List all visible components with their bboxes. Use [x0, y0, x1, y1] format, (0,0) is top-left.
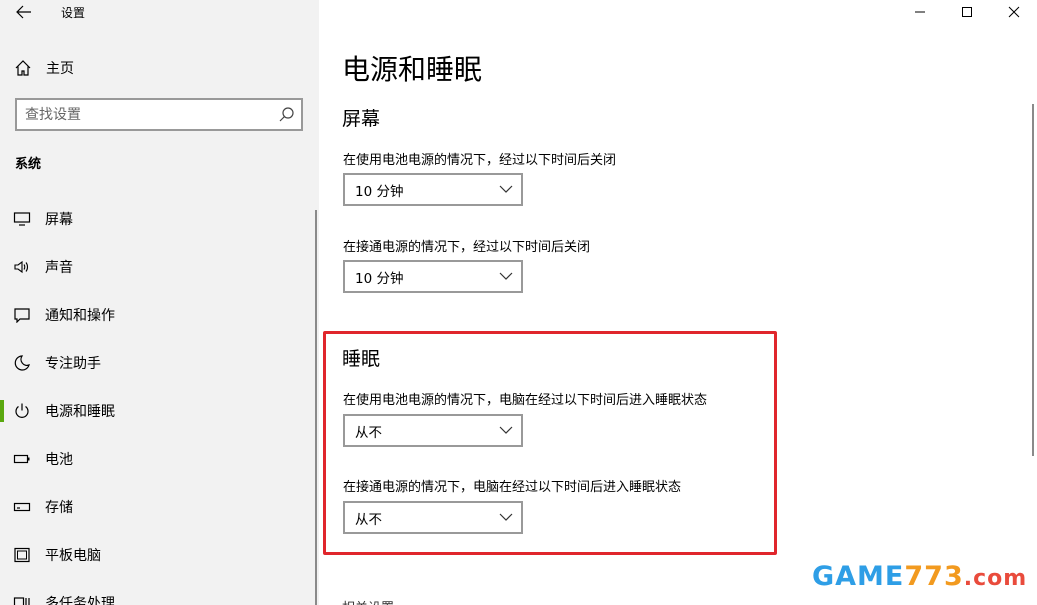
- section-label-system: 系统: [15, 157, 42, 172]
- sidebar-item-storage[interactable]: 存储: [0, 487, 319, 527]
- watermark-text-game: GAME: [812, 561, 905, 592]
- section-title-screen: 屏幕: [342, 108, 381, 130]
- sidebar-item-label: 电源和睡眠: [45, 404, 115, 420]
- sidebar-item-notifications[interactable]: 通知和操作: [0, 295, 319, 335]
- notification-icon: [14, 308, 30, 323]
- sidebar-item-label: 电池: [45, 452, 73, 468]
- home-icon: [15, 60, 31, 76]
- page-title: 电源和睡眠: [342, 53, 483, 86]
- monitor-icon: [13, 212, 31, 226]
- dropdown-value: 10 分钟: [355, 183, 404, 200]
- search-input[interactable]: [25, 105, 265, 125]
- watermark-text-number: 773: [904, 561, 964, 592]
- sidebar-item-home[interactable]: 主页: [14, 57, 74, 79]
- sidebar-item-label: 专注助手: [45, 356, 101, 372]
- chevron-down-icon: [499, 513, 513, 521]
- sidebar-item-label: 屏幕: [45, 212, 73, 228]
- back-button[interactable]: [8, 0, 40, 24]
- search-icon[interactable]: [278, 106, 295, 123]
- maximize-icon: [962, 7, 972, 17]
- sidebar-scrollbar[interactable]: [315, 210, 317, 605]
- chevron-down-icon: [499, 185, 513, 193]
- dropdown-value: 从不: [355, 424, 382, 441]
- power-icon: [15, 403, 29, 418]
- sidebar-item-label: 平板电脑: [45, 548, 101, 564]
- screen-plugged-dropdown[interactable]: 10 分钟: [343, 260, 523, 293]
- minimize-button[interactable]: [897, 0, 943, 24]
- arrow-left-icon: [16, 5, 31, 19]
- sidebar-item-label: 多任务处理: [45, 596, 115, 605]
- window-title: 设置: [61, 6, 86, 20]
- dropdown-value: 10 分钟: [355, 270, 404, 287]
- sleep-plugged-dropdown[interactable]: 从不: [343, 501, 523, 534]
- sidebar-item-display[interactable]: 屏幕: [0, 199, 319, 239]
- minimize-icon: [915, 11, 925, 13]
- sidebar-item-tablet[interactable]: 平板电脑: [0, 535, 319, 575]
- sidebar-item-label: 通知和操作: [45, 308, 115, 324]
- close-button[interactable]: [991, 0, 1037, 24]
- sidebar-item-battery[interactable]: 电池: [0, 439, 319, 479]
- watermark-logo: GAME773.com: [812, 561, 1027, 592]
- tablet-icon: [14, 547, 30, 563]
- section-title-sleep: 睡眠: [342, 348, 381, 370]
- screen-battery-dropdown[interactable]: 10 分钟: [343, 173, 523, 206]
- moon-icon: [14, 355, 30, 371]
- sleep-plugged-label: 在接通电源的情况下，电脑在经过以下时间后进入睡眠状态: [343, 480, 682, 495]
- chevron-down-icon: [499, 426, 513, 434]
- watermark-text-domain: .com: [963, 566, 1028, 591]
- storage-icon: [13, 502, 31, 512]
- sleep-battery-label: 在使用电池电源的情况下，电脑在经过以下时间后进入睡眠状态: [343, 393, 708, 408]
- multitask-icon: [13, 597, 30, 605]
- main-scrollbar[interactable]: [1032, 104, 1034, 456]
- screen-plugged-label: 在接通电源的情况下，经过以下时间后关闭: [343, 240, 591, 255]
- sidebar-item-power-sleep[interactable]: 电源和睡眠: [0, 391, 319, 431]
- screen-battery-label: 在使用电池电源的情况下，经过以下时间后关闭: [343, 153, 617, 168]
- chevron-down-icon: [499, 272, 513, 280]
- battery-icon: [13, 454, 30, 464]
- maximize-button[interactable]: [944, 0, 990, 24]
- close-icon: [1008, 6, 1020, 18]
- sidebar-item-sound[interactable]: 声音: [0, 247, 319, 287]
- sidebar-item-label: 主页: [46, 61, 74, 77]
- sidebar-item-label: 存储: [45, 500, 73, 516]
- dropdown-value: 从不: [355, 511, 382, 528]
- search-box[interactable]: [15, 98, 303, 131]
- related-settings-heading: 相关设置: [342, 597, 394, 605]
- sidebar-item-focus-assist[interactable]: 专注助手: [0, 343, 319, 383]
- sidebar: 设置 主页 系统 屏幕 声音 通知和操作 专注助手 电源和睡眠 电池 存储 平板…: [0, 0, 319, 605]
- sidebar-item-label: 声音: [45, 260, 73, 276]
- sidebar-item-multitasking[interactable]: 多任务处理: [0, 583, 319, 605]
- speaker-icon: [14, 260, 29, 274]
- sleep-battery-dropdown[interactable]: 从不: [343, 414, 523, 447]
